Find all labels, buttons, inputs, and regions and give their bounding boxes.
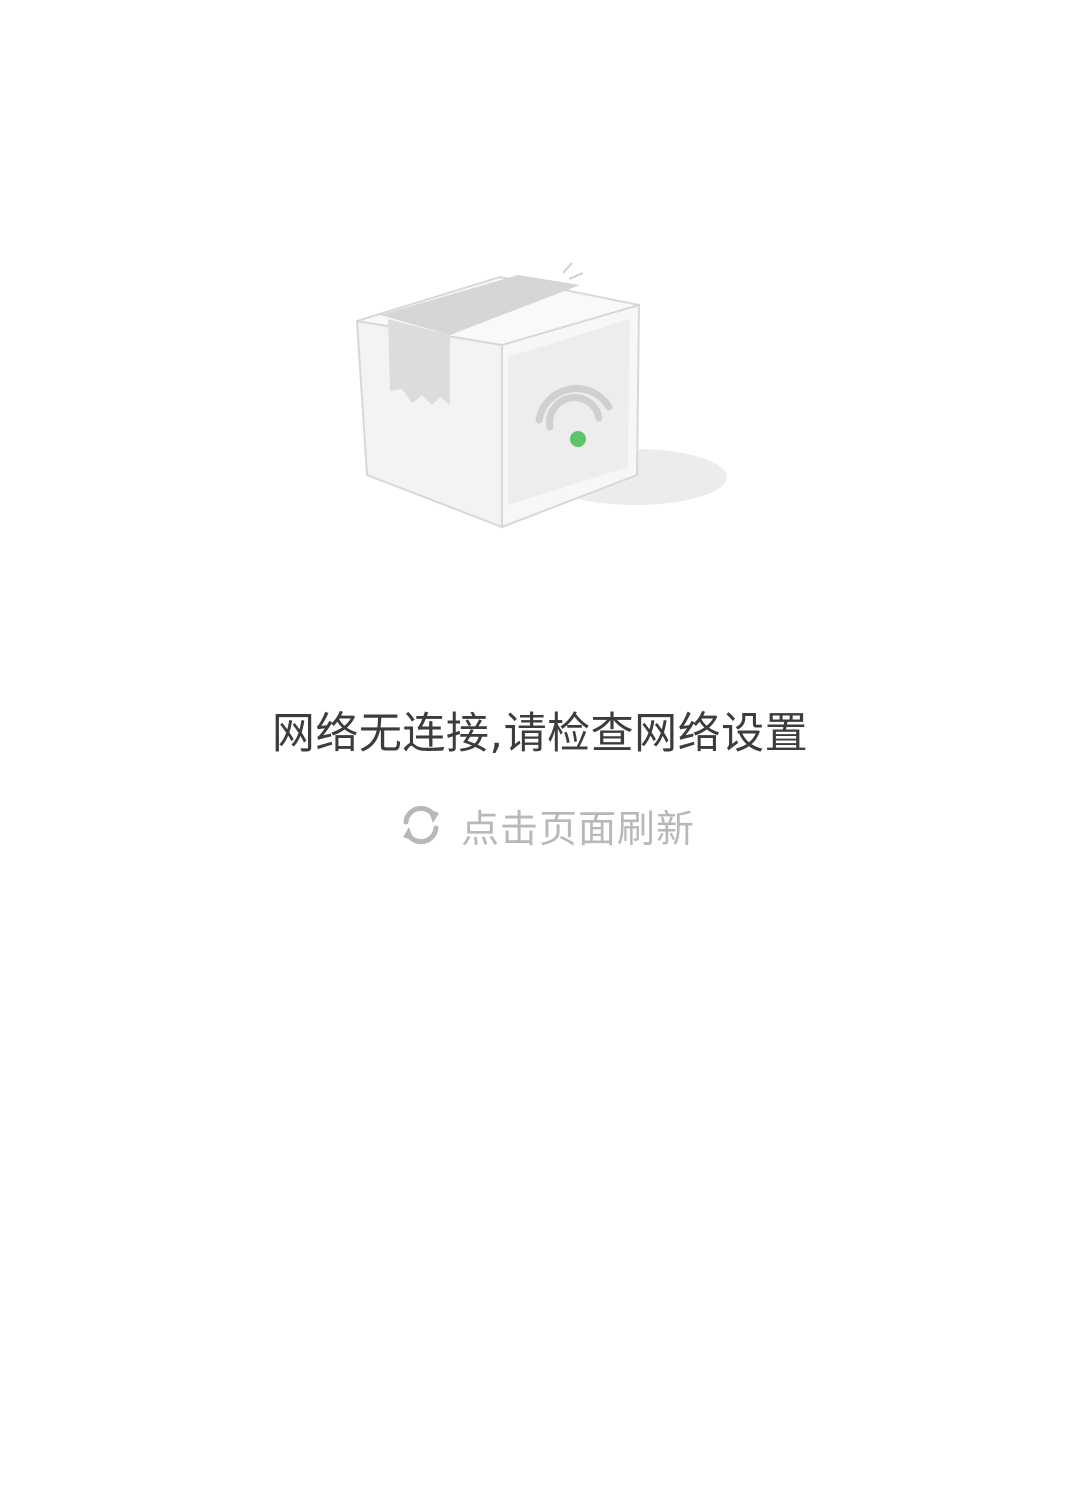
refresh-button[interactable]: 点击页面刷新 bbox=[395, 797, 695, 853]
box-wifi-illustration bbox=[350, 255, 730, 535]
network-error-screen: 网络无连接,请检查网络设置 点击页面刷新 bbox=[0, 0, 1080, 1491]
refresh-label: 点击页面刷新 bbox=[461, 806, 696, 851]
refresh-icon bbox=[395, 799, 447, 851]
network-error-message: 网络无连接,请检查网络设置 bbox=[271, 709, 809, 759]
wifi-status-dot bbox=[570, 431, 586, 447]
